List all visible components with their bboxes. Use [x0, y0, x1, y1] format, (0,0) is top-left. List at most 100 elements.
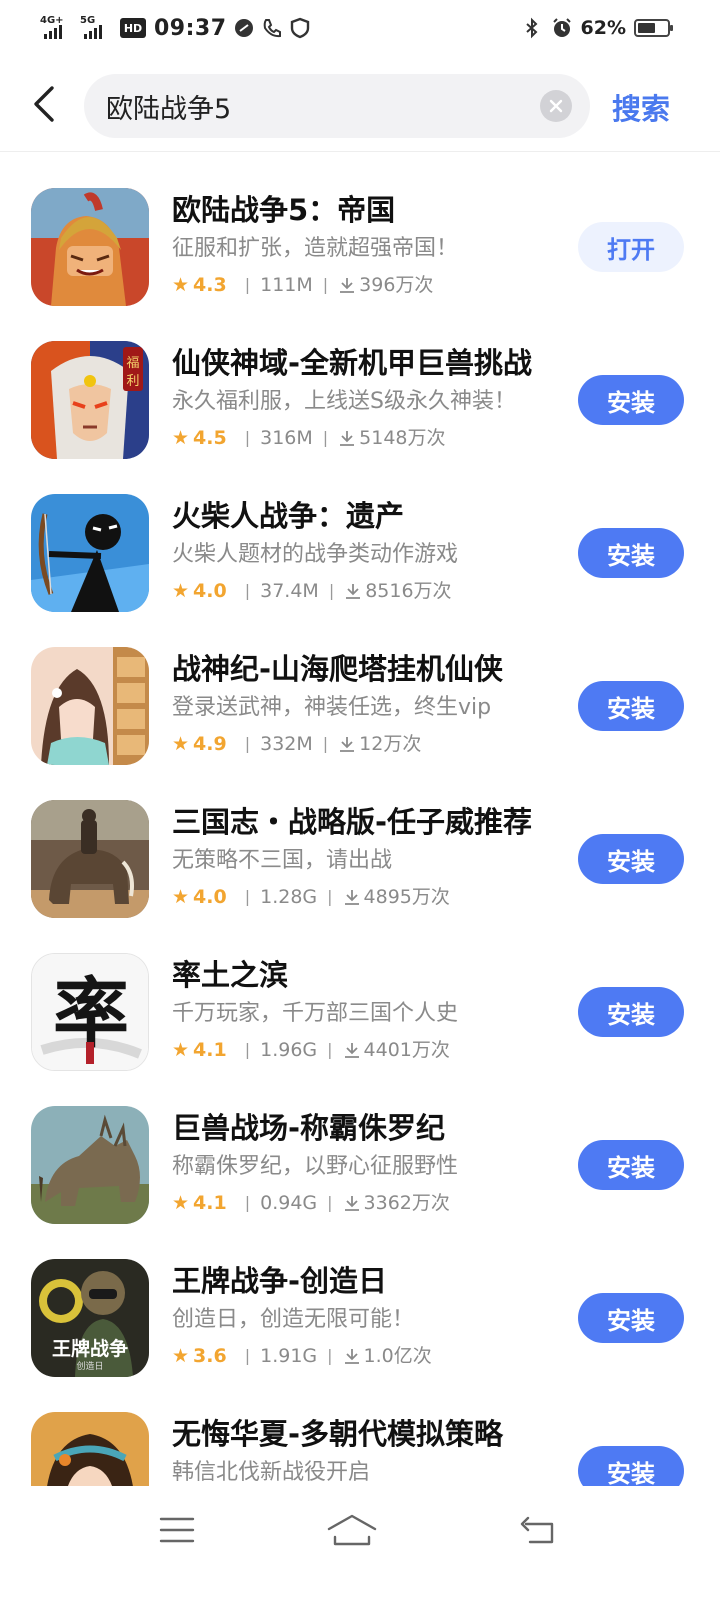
- app-icon-warrior[interactable]: [31, 188, 149, 306]
- app-row[interactable]: 福 利 仙侠神域-全新机甲巨兽挑战 永久福利服，上线送S级永久神装！ ★ 4.5…: [0, 305, 720, 459]
- divider: |: [244, 428, 251, 447]
- status-bar: 4G+ 5G HD 09:37 62%: [0, 0, 720, 56]
- divider: |: [244, 1193, 251, 1212]
- app-result-list[interactable]: 欧陆战争5：帝国 征服和扩张，造就超强帝国！ ★ 4.3 | 111M | 39…: [0, 152, 720, 1486]
- install-button[interactable]: 安装: [578, 987, 684, 1037]
- divider: |: [327, 887, 333, 906]
- open-button[interactable]: 打开: [578, 222, 684, 272]
- app-icon-wangpai[interactable]: 王牌战争 创造日: [31, 1259, 149, 1377]
- divider: |: [322, 275, 329, 294]
- app-meta: ★ 3.6 | 1.91G | 1.0亿次: [172, 1343, 552, 1369]
- app-size: 37.4M: [260, 580, 319, 602]
- app-row[interactable]: 率 率土之滨 千万玩家，千万部三国个人史 ★ 4.1 | 1.96G | 440…: [0, 917, 720, 1071]
- app-downloads: 1.0亿次: [363, 1345, 432, 1367]
- divider: |: [244, 275, 251, 294]
- app-info: 巨兽战场-称霸侏罗纪 称霸侏罗纪，以野心征服野性 ★ 4.1 | 0.94G |…: [172, 1108, 552, 1216]
- app-rating: 4.0: [193, 886, 227, 908]
- back-nav-button[interactable]: [508, 1508, 568, 1552]
- app-icon-xianxia[interactable]: 福 利: [31, 341, 149, 459]
- app-desc: 称霸侏罗纪，以野心征服野性: [172, 1154, 459, 1179]
- app-desc: 创造日，创造无限可能！: [172, 1307, 415, 1332]
- app-icon-wuhui[interactable]: [31, 1412, 149, 1486]
- app-row[interactable]: 王牌战争 创造日 王牌战争-创造日 创造日，创造无限可能！ ★ 3.6 | 1.…: [0, 1223, 720, 1377]
- search-input[interactable]: [106, 74, 526, 138]
- app-rating: 4.9: [193, 733, 227, 755]
- install-button[interactable]: 安装: [578, 834, 684, 884]
- app-icon-zhanshenji[interactable]: [31, 647, 149, 765]
- search-box[interactable]: [84, 74, 590, 138]
- download-icon: [346, 584, 361, 599]
- menu-button[interactable]: [147, 1508, 207, 1552]
- install-button[interactable]: 安装: [578, 528, 684, 578]
- app-name: 三国志・战略版-任子威推荐: [172, 805, 533, 839]
- app-info: 仙侠神域-全新机甲巨兽挑战 永久福利服，上线送S级永久神装！ ★ 4.5 | 3…: [172, 343, 552, 451]
- battery-percent: 62%: [580, 17, 626, 39]
- app-icon-sanguozhi[interactable]: [31, 800, 149, 918]
- app-desc: 韩信北伐新战役开启: [172, 1460, 371, 1485]
- install-button[interactable]: 安装: [578, 1293, 684, 1343]
- app-name: 欧陆战争5：帝国: [172, 193, 396, 227]
- app-info: 三国志・战略版-任子威推荐 无策略不三国，请出战 ★ 4.0 | 1.28G |…: [172, 802, 552, 910]
- install-button[interactable]: 安装: [578, 375, 684, 425]
- divider: |: [244, 1040, 251, 1059]
- app-row[interactable]: 战神纪-山海爬塔挂机仙侠 登录送武神，神装任选，终生vip ★ 4.9 | 33…: [0, 611, 720, 765]
- app-row[interactable]: 无悔华夏-多朝代模拟策略 韩信北伐新战役开启 安装: [0, 1376, 720, 1486]
- install-button[interactable]: 安装: [578, 1446, 684, 1486]
- star-icon: ★: [172, 1345, 190, 1367]
- divider: |: [322, 734, 329, 753]
- app-rating: 3.6: [193, 1345, 227, 1367]
- app-icon-stickman[interactable]: [31, 494, 149, 612]
- svg-text:利: 利: [126, 374, 139, 389]
- star-icon: ★: [172, 886, 190, 908]
- download-icon: [344, 1349, 359, 1364]
- status-time: 09:37: [154, 15, 227, 41]
- app-name: 火柴人战争：遗产: [172, 499, 405, 533]
- signal-icon: 4G+: [40, 15, 74, 41]
- system-nav-bar: [0, 1486, 720, 1600]
- divider: |: [322, 428, 329, 447]
- battery-icon: [634, 19, 673, 37]
- app-meta: ★ 4.0 | 37.4M | 8516万次: [172, 578, 552, 604]
- clear-button[interactable]: [540, 90, 572, 122]
- download-icon: [340, 278, 355, 293]
- app-meta: ★ 4.5 | 316M | 5148万次: [172, 425, 552, 451]
- home-icon: [327, 1514, 377, 1546]
- install-button[interactable]: 安装: [578, 681, 684, 731]
- app-meta: ★ 4.3 | 111M | 396万次: [172, 272, 552, 298]
- app-downloads: 8516万次: [365, 580, 452, 602]
- divider: |: [244, 887, 251, 906]
- download-icon: [340, 737, 355, 752]
- star-icon: ★: [172, 274, 190, 296]
- download-icon: [344, 1196, 359, 1211]
- svg-text:福: 福: [126, 356, 139, 371]
- star-icon: ★: [172, 1192, 190, 1214]
- app-desc: 征服和扩张，造就超强帝国！: [172, 236, 459, 261]
- app-row[interactable]: 欧陆战争5：帝国 征服和扩张，造就超强帝国！ ★ 4.3 | 111M | 39…: [0, 152, 720, 306]
- app-rating: 4.0: [193, 580, 227, 602]
- app-size: 332M: [260, 733, 313, 755]
- search-button[interactable]: 搜索: [612, 86, 670, 128]
- alarm-icon: [552, 18, 571, 37]
- app-row[interactable]: 巨兽战场-称霸侏罗纪 称霸侏罗纪，以野心征服野性 ★ 4.1 | 0.94G |…: [0, 1070, 720, 1224]
- app-name: 率土之滨: [172, 958, 289, 992]
- phone-icon: [263, 19, 281, 38]
- app-icon-dinosaur[interactable]: [31, 1106, 149, 1224]
- app-info: 无悔华夏-多朝代模拟策略 韩信北伐新战役开启: [172, 1414, 552, 1486]
- close-icon: [549, 99, 563, 113]
- status-right: 62%: [521, 14, 673, 42]
- app-downloads: 5148万次: [359, 427, 446, 449]
- app-row[interactable]: 火柴人战争：遗产 火柴人题材的战争类动作游戏 ★ 4.0 | 37.4M | 8…: [0, 458, 720, 612]
- divider: |: [327, 1040, 333, 1059]
- divider: |: [327, 1193, 333, 1212]
- app-size: 316M: [260, 427, 313, 449]
- app-row[interactable]: 三国志・战略版-任子威推荐 无策略不三国，请出战 ★ 4.0 | 1.28G |…: [0, 764, 720, 918]
- divider: |: [328, 581, 335, 600]
- app-icon-shuaitu[interactable]: 率: [31, 953, 149, 1071]
- app-size: 1.28G: [260, 886, 318, 908]
- bluetooth-icon: [525, 17, 537, 39]
- home-button[interactable]: [322, 1508, 382, 1552]
- signal-icon-2: 5G: [80, 15, 114, 41]
- back-button[interactable]: [22, 80, 66, 128]
- install-button[interactable]: 安装: [578, 1140, 684, 1190]
- app-rating: 4.3: [193, 274, 227, 296]
